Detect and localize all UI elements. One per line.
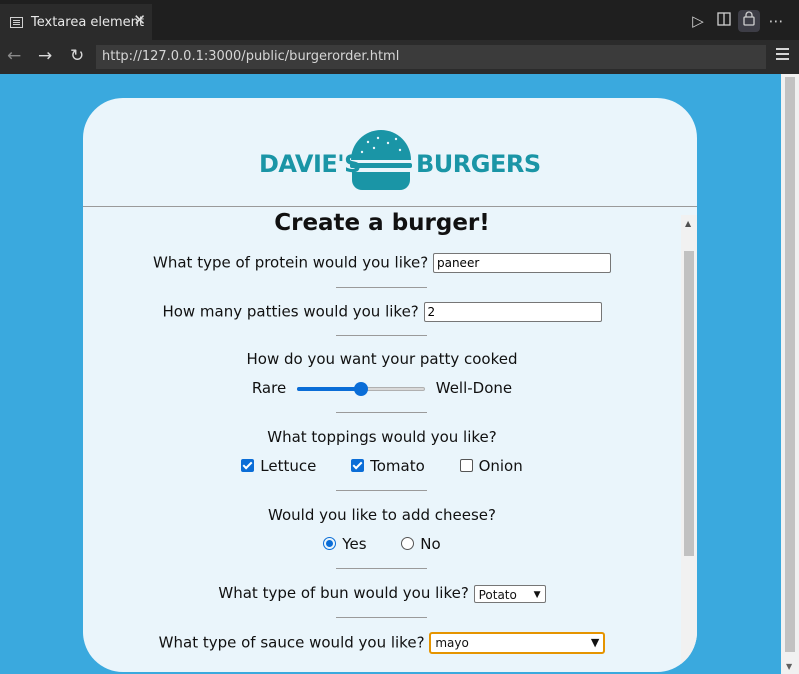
scroll-down-icon[interactable]: ▼	[786, 662, 792, 671]
divider	[336, 568, 427, 569]
yes-radio[interactable]	[323, 537, 337, 550]
doneness-slider[interactable]	[296, 381, 425, 396]
divider	[336, 335, 427, 336]
scroll-up-icon[interactable]: ▲	[685, 219, 691, 228]
topping-lettuce[interactable]: Lettuce	[241, 457, 316, 475]
page-title: Create a burger!	[274, 210, 490, 236]
radio-label: Yes	[342, 535, 367, 553]
bun-select[interactable]: Potato ▼	[473, 584, 546, 603]
toppings-row: Lettuce Tomato Onion	[83, 457, 681, 475]
slider-max-label: Well-Done	[435, 379, 513, 397]
radio-label: No	[420, 535, 441, 553]
patties-input[interactable]	[423, 302, 602, 322]
divider	[336, 287, 427, 288]
order-form: Create a burger! What type of protein wo…	[83, 208, 681, 672]
page-scrollbar[interactable]: ▼	[781, 74, 799, 674]
slider-min-label: Rare	[251, 379, 287, 397]
logo-text-right: BURGERS	[416, 150, 541, 178]
sauce-row: What type of sauce would you like? mayo ▼	[83, 632, 681, 654]
burger-logo-icon	[350, 130, 412, 190]
sauce-label: What type of sauce would you like?	[158, 633, 425, 652]
cheese-row: Yes No	[83, 535, 681, 553]
page-icon	[10, 16, 23, 28]
cook-label: How do you want your patty cooked	[246, 350, 518, 368]
topping-label: Onion	[478, 457, 523, 475]
run-icon[interactable]: ▷	[687, 10, 709, 32]
onion-checkbox[interactable]	[459, 459, 473, 472]
bun-selected-value: Potato	[478, 587, 517, 602]
logo-text-left: DAVIE'S	[259, 150, 361, 178]
sauce-selected-value: mayo	[435, 636, 469, 650]
chevron-down-icon: ▼	[590, 636, 600, 649]
cheese-yes[interactable]: Yes	[323, 535, 367, 553]
browser-tab[interactable]: Textarea element ✕	[0, 4, 152, 40]
more-icon[interactable]: ⋯	[765, 10, 787, 32]
protein-input[interactable]	[432, 253, 611, 273]
toppings-label: What toppings would you like?	[267, 428, 497, 446]
browser-titlebar: Textarea element ✕ ▷ ⋯	[0, 0, 799, 40]
logo-header: DAVIE'S BURGERS	[83, 98, 697, 207]
tab-title: Textarea element	[31, 14, 145, 30]
divider	[336, 617, 427, 618]
menu-icon[interactable]	[776, 48, 789, 60]
topping-label: Lettuce	[260, 457, 317, 475]
slider-thumb[interactable]	[353, 381, 368, 396]
burger-card: DAVIE'S BURGERS Create a burger! What ty…	[83, 98, 697, 672]
address-bar-row: ← → ↻ http://127.0.0.1:3000/public/burge…	[0, 40, 799, 74]
bun-row: What type of bun would you like? Potato ▼	[83, 584, 681, 603]
back-icon[interactable]: ←	[7, 46, 21, 66]
protein-row: What type of protein would you like?	[83, 253, 681, 273]
lock-icon[interactable]	[738, 10, 760, 32]
tomato-checkbox[interactable]	[351, 459, 365, 472]
protein-label: What type of protein would you like?	[153, 253, 429, 272]
cheese-no[interactable]: No	[401, 535, 441, 553]
divider	[336, 412, 427, 413]
patties-row: How many patties would you like?	[83, 302, 681, 322]
reload-icon[interactable]: ↻	[70, 46, 84, 66]
lettuce-checkbox[interactable]	[241, 459, 255, 472]
bun-label: What type of bun would you like?	[218, 584, 469, 602]
patties-label: How many patties would you like?	[162, 302, 419, 321]
split-view-icon[interactable]	[713, 10, 735, 32]
topping-onion[interactable]: Onion	[459, 457, 523, 475]
slider-fill	[296, 386, 361, 391]
topping-label: Tomato	[370, 457, 425, 475]
chevron-down-icon: ▼	[533, 589, 541, 600]
scroll-down-icon[interactable]: ▼	[685, 659, 691, 668]
close-tab-icon[interactable]: ✕	[133, 11, 146, 29]
form-scrollbar-thumb[interactable]	[684, 251, 694, 556]
cheese-label: Would you like to add cheese?	[268, 506, 496, 524]
address-input[interactable]: http://127.0.0.1:3000/public/burgerorder…	[96, 45, 766, 69]
form-scrollbar[interactable]: ▲ ▼	[681, 215, 697, 672]
divider	[336, 490, 427, 491]
page-scrollbar-thumb[interactable]	[785, 77, 795, 652]
cook-slider-row: Rare Well-Done	[83, 379, 681, 397]
no-radio[interactable]	[401, 537, 415, 550]
forward-icon[interactable]: →	[38, 46, 52, 66]
sauce-select[interactable]: mayo ▼	[429, 632, 606, 654]
topping-tomato[interactable]: Tomato	[351, 457, 425, 475]
